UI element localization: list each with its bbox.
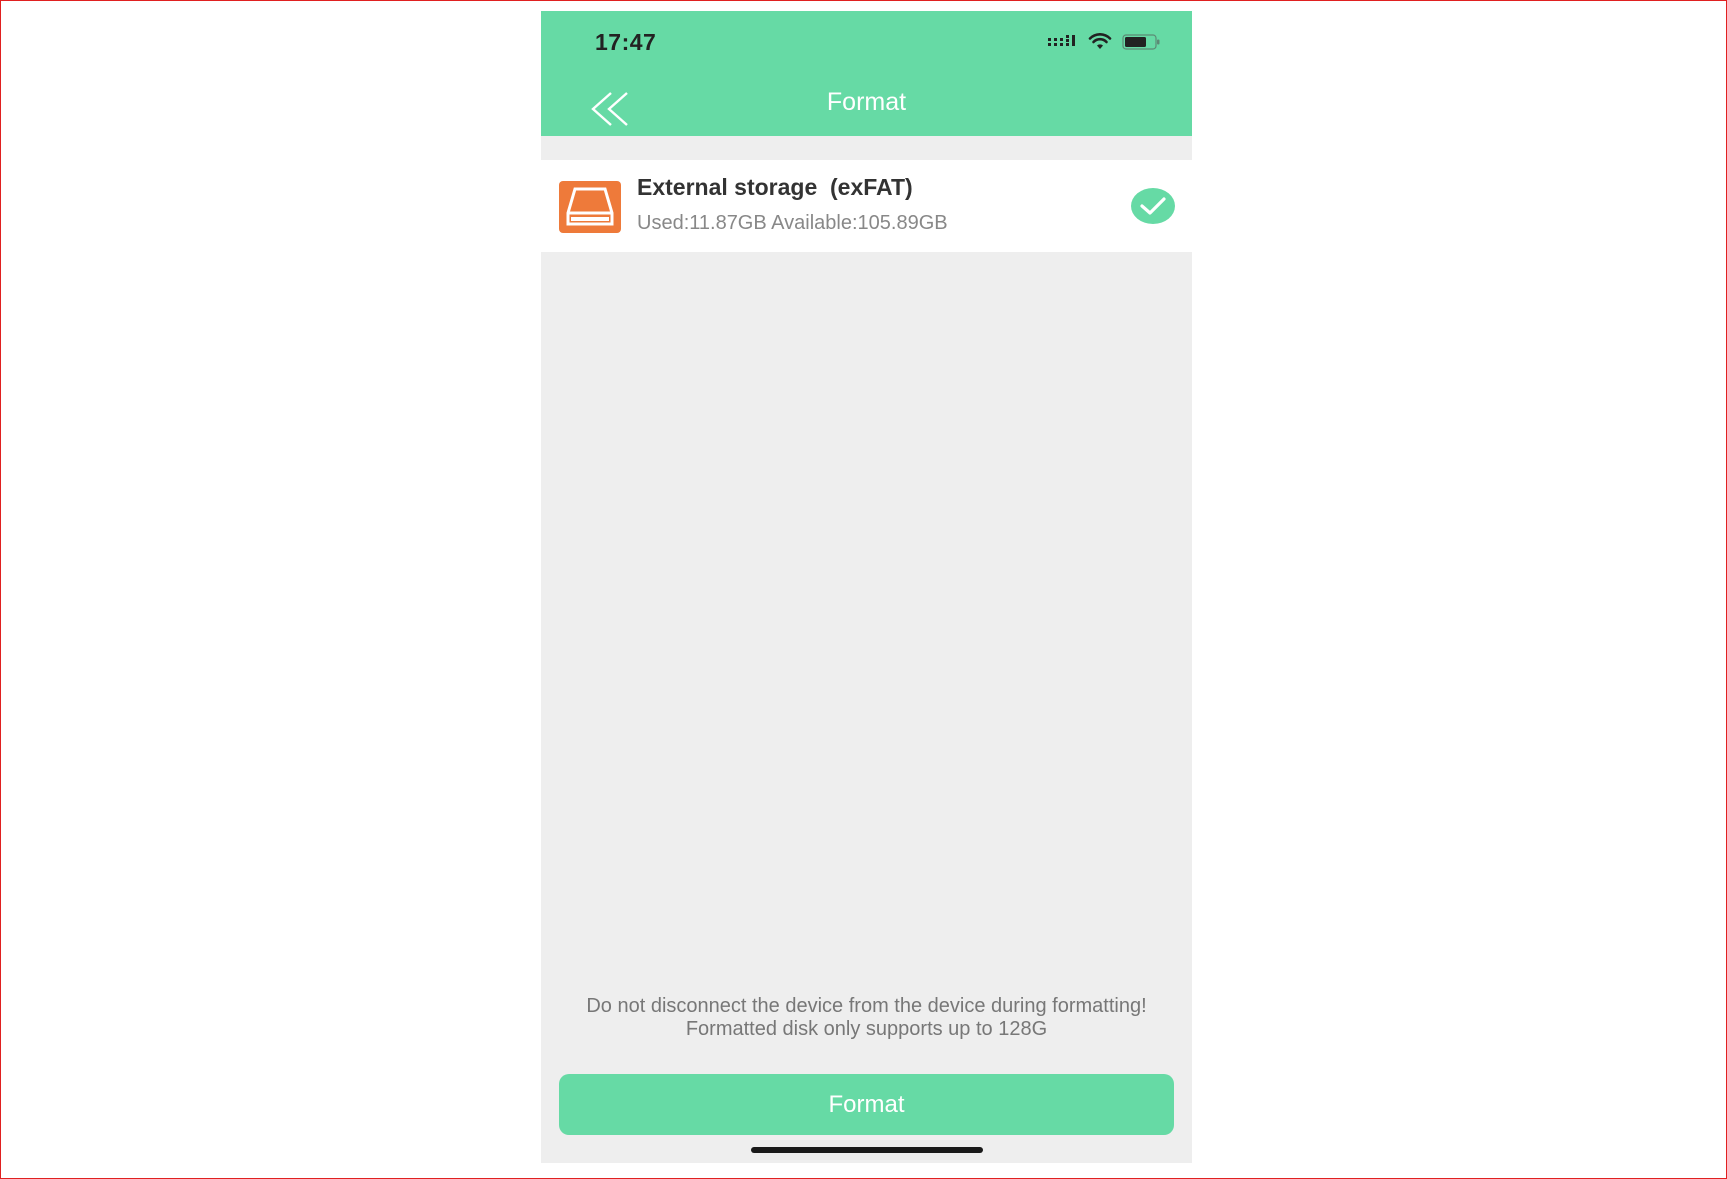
format-warning: Do not disconnect the device from the de… bbox=[561, 995, 1172, 1041]
storage-item-external[interactable]: External storage (exFAT) Used:11.87GB Av… bbox=[541, 160, 1192, 252]
status-icons bbox=[1048, 33, 1162, 56]
warning-line-2: Formatted disk only supports up to 128G bbox=[685, 1018, 1048, 1040]
check-circle-icon bbox=[1131, 188, 1175, 229]
double-chevron-left-icon bbox=[587, 92, 637, 135]
app-header: 17:47 Format bbox=[541, 11, 1192, 136]
warning-line-1: Do not disconnect the device from the de… bbox=[586, 995, 1147, 1017]
disk-icon bbox=[559, 181, 621, 238]
status-time: 17:47 bbox=[595, 29, 657, 55]
phone-screen: 17:47 Format External storage (exFAT) Us… bbox=[541, 11, 1192, 1163]
home-indicator bbox=[751, 1147, 983, 1153]
storage-usage: Used:11.87GB Available:105.89GB bbox=[637, 212, 948, 234]
section-gap bbox=[541, 136, 1192, 160]
battery-icon bbox=[1122, 33, 1162, 56]
storage-name: External storage (exFAT) bbox=[637, 174, 913, 200]
page-title: Format bbox=[826, 88, 907, 116]
format-button[interactable]: Format bbox=[559, 1074, 1174, 1135]
signal-icon bbox=[1048, 34, 1078, 55]
wifi-icon bbox=[1088, 33, 1112, 56]
